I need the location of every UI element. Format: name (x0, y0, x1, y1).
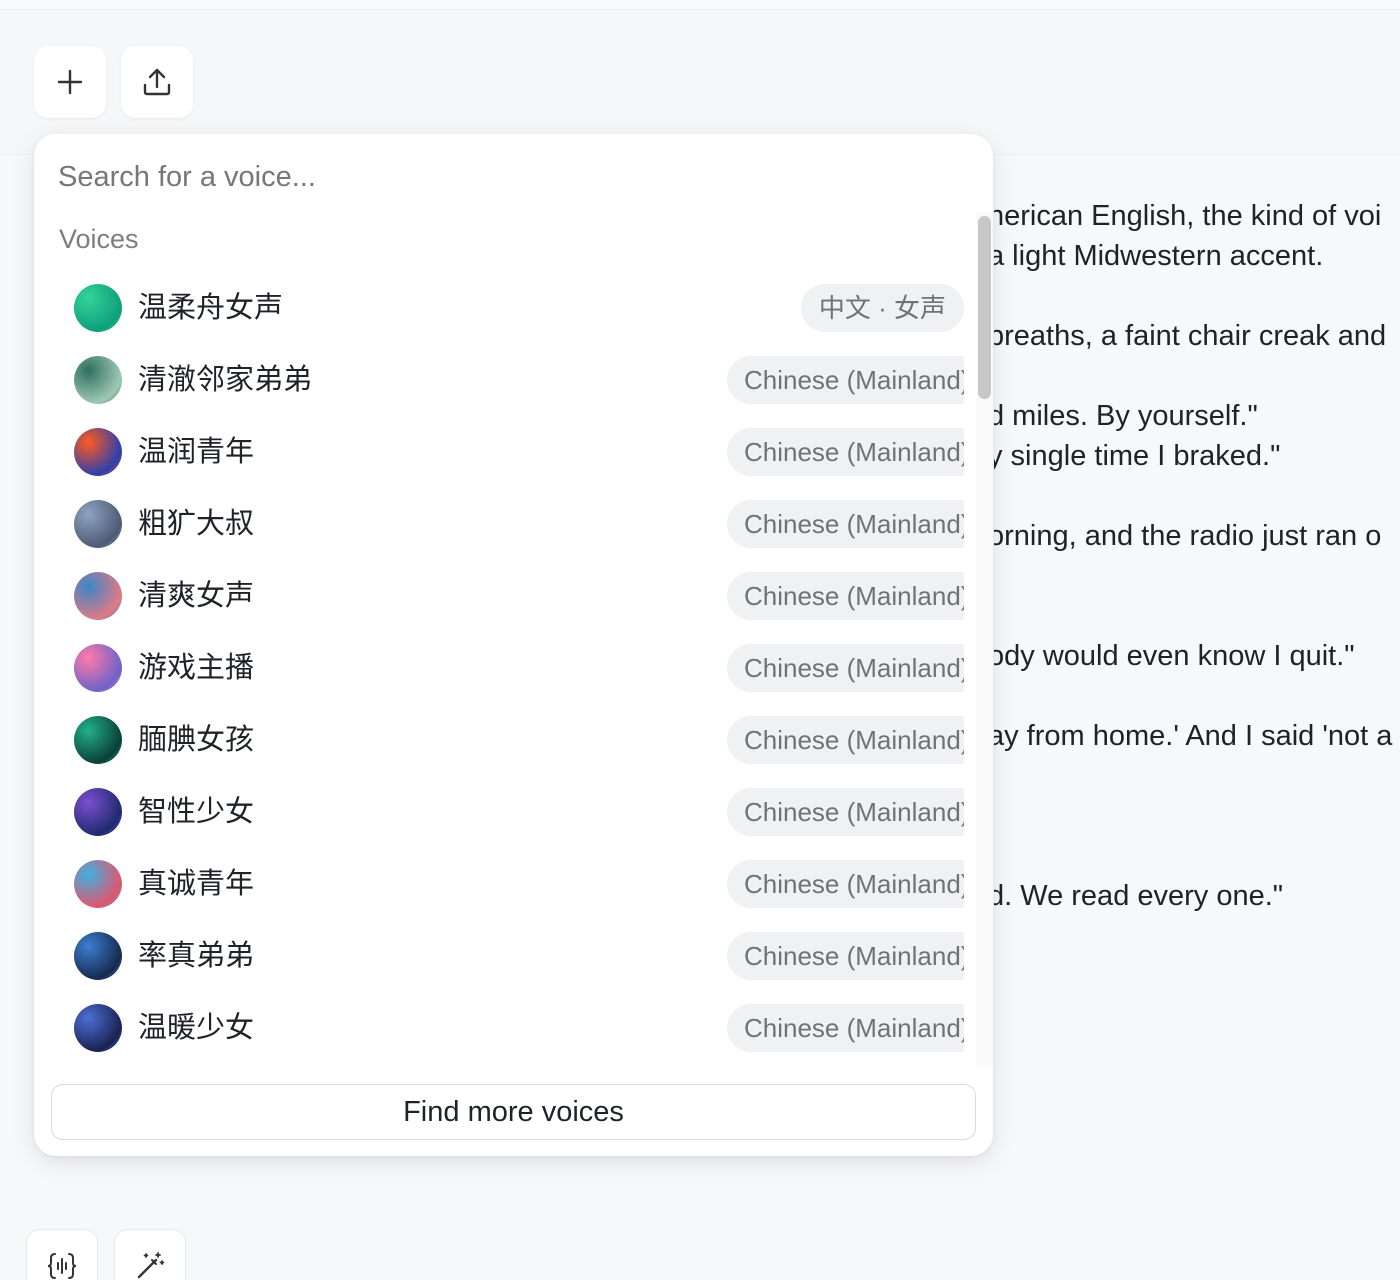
editor-line: a light Midwestern accent. (994, 240, 1324, 272)
voice-list[interactable]: 温柔舟女声 中文 · 女声 清澈邻家弟弟 Chinese (Mainland) 温润青年… (34, 272, 964, 1067)
top-strip (0, 0, 1400, 10)
voice-language-badge: Chinese (Mainland) (727, 716, 964, 764)
tts-editor-page: nerican English, the kind of voi a light… (0, 0, 1400, 1280)
voice-language-badge: Chinese (Mainland) (727, 932, 964, 980)
voice-avatar (74, 1004, 122, 1052)
voice-language-badge: Chinese (Mainland) (727, 788, 964, 836)
voice-code-button[interactable] (26, 1229, 98, 1280)
voice-language-badge: Chinese (Mainland) (727, 500, 964, 548)
scrollbar-thumb[interactable] (978, 216, 991, 399)
voice-row[interactable]: 温柔舟女声 中文 · 女声 (34, 272, 964, 344)
voice-name: 率真弟弟 (138, 940, 255, 972)
voice-avatar (74, 356, 122, 404)
voice-avatar (74, 500, 122, 548)
voice-avatar (74, 284, 122, 332)
voice-row[interactable]: 智性少女 Chinese (Mainland) (34, 776, 964, 848)
voice-row[interactable]: 真诚青年 Chinese (Mainland) (34, 848, 964, 920)
voices-section-label: Voices (59, 224, 139, 254)
voice-row[interactable]: 腼腆女孩 Chinese (Mainland) (34, 704, 964, 776)
upload-icon (143, 68, 171, 96)
voice-avatar (74, 860, 122, 908)
voice-row[interactable]: 游戏主播 Chinese (Mainland) (34, 632, 964, 704)
magic-wand-icon (137, 1252, 165, 1279)
voice-language-badge: Chinese (Mainland) (727, 572, 964, 620)
voice-avatar (74, 932, 122, 980)
voice-row[interactable]: 率真弟弟 Chinese (Mainland) (34, 920, 964, 992)
plus-icon (57, 69, 83, 95)
voice-name: 真诚青年 (138, 868, 255, 900)
editor-line: orning, and the radio just ran o (994, 520, 1382, 552)
editor-line: nerican English, the kind of voi (994, 200, 1382, 232)
voice-name: 清爽女声 (138, 580, 255, 612)
voice-row[interactable]: 温暖少女 Chinese (Mainland) (34, 992, 964, 1064)
voice-language-badge: Chinese (Mainland) (727, 1004, 964, 1052)
find-more-voices-button[interactable]: Find more voices (51, 1084, 976, 1140)
voice-avatar (74, 716, 122, 764)
voice-language-badge: 中文 · 女声 (800, 284, 964, 332)
editor-line: breaths, a faint chair creak and (994, 320, 1387, 352)
voice-name: 腼腆女孩 (138, 724, 255, 756)
voice-avatar (74, 788, 122, 836)
voice-row[interactable]: 清爽女声 Chinese (Mainland) (34, 560, 964, 632)
voice-search-input[interactable] (58, 152, 938, 202)
voice-name: 游戏主播 (138, 652, 255, 684)
voice-language-badge: Chinese (Mainland) (727, 644, 964, 692)
voice-avatar (74, 428, 122, 476)
editor-line: d. We read every one." (994, 880, 1284, 912)
voice-picker-popup: Voices 温柔舟女声 中文 · 女声清澈邻家弟弟 Chinese (Mainla… (34, 134, 993, 1156)
add-button[interactable] (34, 46, 106, 118)
voice-row[interactable]: 温润青年 Chinese (Mainland) (34, 416, 964, 488)
voice-name: 温润青年 (138, 436, 255, 468)
voice-row[interactable]: 清澈邻家弟弟 Chinese (Mainland) (34, 344, 964, 416)
script-editor[interactable]: nerican English, the kind of voi a light… (994, 192, 1400, 952)
editor-line: d miles. By yourself." (994, 400, 1258, 432)
voice-language-badge: Chinese (Mainland) (727, 428, 964, 476)
voice-code-icon (47, 1253, 77, 1279)
voice-language-badge: Chinese (Mainland) (727, 356, 964, 404)
magic-wand-button[interactable] (114, 1229, 186, 1280)
voice-language-badge: Chinese (Mainland) (727, 860, 964, 908)
voice-avatar (74, 644, 122, 692)
editor-line: y single time I braked." (994, 440, 1281, 472)
voice-name: 清澈邻家弟弟 (138, 364, 313, 396)
editor-line: ody would even know I quit." (994, 640, 1355, 672)
voice-name: 粗犷大叔 (138, 508, 255, 540)
upload-button[interactable] (121, 46, 193, 118)
editor-line: ay from home.' And I said 'not a (994, 720, 1393, 752)
voice-name: 温暖少女 (138, 1012, 255, 1044)
voice-avatar (74, 572, 122, 620)
voice-row[interactable]: 粗犷大叔 Chinese (Mainland) (34, 488, 964, 560)
voice-name: 温柔舟女声 (138, 292, 284, 324)
voice-name: 智性少女 (138, 796, 255, 828)
